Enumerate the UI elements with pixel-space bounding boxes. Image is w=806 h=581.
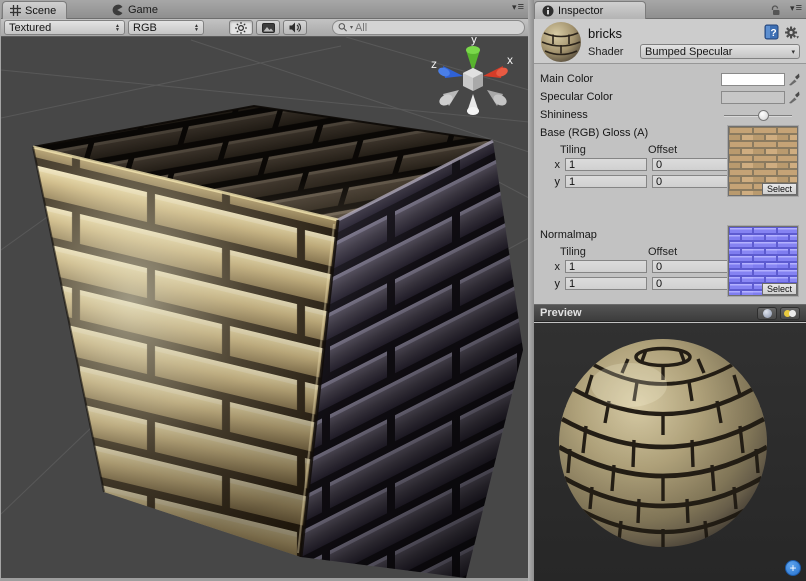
main-color-label: Main Color — [540, 73, 721, 85]
tab-inspector[interactable]: Inspector — [534, 1, 646, 19]
normalmap-thumbnail[interactable]: Select — [728, 226, 798, 296]
scene-toolbar: Textured ▲▼ RGB ▲▼ — [1, 19, 528, 37]
lock-open-icon[interactable] — [770, 5, 780, 16]
base-offset-y-input[interactable] — [652, 175, 728, 188]
gizmo-x-axis[interactable] — [483, 66, 509, 78]
tab-game-label: Game — [128, 4, 158, 16]
normalmap-select-button[interactable]: Select — [762, 283, 797, 295]
shader-value: Bumped Specular — [645, 46, 791, 58]
material-preview-area[interactable]: + — [534, 323, 806, 581]
inspector-panel: Inspector ▾≡ — [534, 0, 806, 581]
offset-header: Offset — [640, 144, 677, 156]
tiling-header: Tiling — [552, 246, 640, 258]
image-icon — [262, 23, 275, 33]
specular-color-row: Specular Color — [534, 88, 806, 106]
y-axis-label: y — [552, 176, 560, 188]
shader-dropdown[interactable]: Bumped Specular ▾ — [640, 44, 800, 59]
scene-panel-menu-icon[interactable]: ▾≡ — [512, 3, 524, 12]
brick-cube[interactable] — [33, 106, 523, 578]
normal-offset-x-input[interactable] — [652, 260, 728, 273]
base-texture-select-button[interactable]: Select — [762, 183, 797, 195]
inspector-menu-icon[interactable]: ▾≡ — [790, 4, 802, 13]
preview-sphere-render — [534, 323, 806, 581]
audio-toggle-button[interactable] — [283, 20, 307, 35]
slider-knob[interactable] — [758, 110, 769, 121]
dropdown-arrow-icon: ▾ — [791, 48, 795, 56]
eyedropper-icon[interactable] — [788, 91, 800, 104]
preview-lighting-button[interactable] — [780, 307, 800, 320]
add-button[interactable]: + — [785, 560, 801, 576]
shininess-slider[interactable] — [724, 109, 792, 122]
draw-mode-value: Textured — [9, 22, 111, 34]
search-input[interactable] — [355, 22, 516, 34]
offset-header: Offset — [640, 246, 677, 258]
draw-mode-dropdown[interactable]: Textured ▲▼ — [4, 20, 125, 35]
normal-tiling-y-input[interactable] — [565, 277, 647, 290]
gizmo-y-label: y — [471, 37, 477, 46]
scene-panel: Scene Game ▾≡ Textured ▲▼ RGB ▲▼ — [0, 0, 528, 581]
speaker-icon — [289, 22, 302, 33]
shininess-label: Shininess — [540, 109, 724, 121]
info-icon — [542, 5, 554, 17]
preview-title: Preview — [540, 307, 754, 319]
tab-scene-label: Scene — [25, 5, 56, 17]
skybox-toggle-button[interactable] — [256, 20, 280, 35]
shininess-row: Shininess — [534, 106, 806, 124]
tab-inspector-label: Inspector — [558, 5, 603, 17]
normal-offset-y-input[interactable] — [652, 277, 728, 290]
unity-editor-window: Scene Game ▾≡ Textured ▲▼ RGB ▲▼ — [0, 0, 806, 581]
scene-tabstrip: Scene Game ▾≡ — [1, 0, 528, 19]
material-properties: Main Color Specular Color Shininess — [534, 64, 806, 314]
base-texture-thumbnail[interactable]: Select — [728, 126, 798, 196]
inspector-tabstrip: Inspector ▾≡ — [534, 0, 806, 19]
normal-tiling-x-input[interactable] — [565, 260, 647, 273]
channel-mode-value: RGB — [133, 22, 190, 34]
sun-icon — [235, 22, 247, 34]
material-sphere-thumbnail[interactable] — [539, 20, 583, 64]
scene-viewport[interactable]: y z x — [1, 37, 528, 578]
tab-game[interactable]: Game — [105, 1, 168, 19]
plus-icon: + — [789, 561, 796, 575]
gizmo-negative-axes[interactable] — [437, 90, 508, 115]
gizmo-z-label: z — [431, 57, 437, 71]
scene-search-field[interactable]: ▾ — [332, 20, 525, 35]
light-white-icon — [789, 310, 796, 317]
material-name: bricks — [588, 26, 622, 41]
scene-orientation-gizmo[interactable]: y z x — [431, 37, 513, 115]
specular-color-label: Specular Color — [540, 91, 721, 103]
base-tiling-y-input[interactable] — [565, 175, 647, 188]
sphere-icon — [763, 309, 772, 318]
svg-text:?: ? — [770, 28, 776, 39]
game-icon — [112, 4, 124, 16]
help-icon[interactable]: ? — [764, 24, 779, 40]
tab-scene[interactable]: Scene — [2, 1, 67, 19]
y-axis-label: y — [552, 278, 560, 290]
x-axis-label: x — [552, 261, 560, 273]
x-axis-label: x — [552, 159, 560, 171]
normalmap-section: Normalmap Tiling Offset x y — [534, 226, 806, 314]
base-offset-x-input[interactable] — [652, 158, 728, 171]
base-texture-section: Base (RGB) Gloss (A) Tiling Offset x y — [534, 124, 806, 212]
dropdown-arrows-icon: ▲▼ — [194, 24, 199, 32]
preview-mesh-button[interactable] — [757, 307, 777, 320]
dropdown-arrows-icon: ▲▼ — [115, 24, 120, 32]
gizmo-x-label: x — [507, 53, 513, 67]
main-color-swatch[interactable] — [721, 73, 785, 86]
main-color-row: Main Color — [534, 70, 806, 88]
scene-grid-icon — [10, 5, 21, 16]
base-tiling-x-input[interactable] — [565, 158, 647, 171]
material-header: bricks Shader Bumped Specular ▾ ? — [534, 19, 806, 64]
search-filter-arrow-icon: ▾ — [350, 24, 353, 31]
specular-color-swatch[interactable] — [721, 91, 785, 104]
preview-header-bar[interactable]: Preview — [534, 304, 806, 322]
search-icon — [338, 22, 348, 33]
eyedropper-icon[interactable] — [788, 73, 800, 86]
scene-3d-render: y z x — [1, 37, 529, 581]
shader-label: Shader — [588, 46, 623, 58]
channel-mode-dropdown[interactable]: RGB ▲▼ — [128, 20, 204, 35]
gizmo-z-axis[interactable] — [437, 66, 463, 78]
tiling-header: Tiling — [552, 144, 640, 156]
gear-icon[interactable] — [784, 25, 800, 40]
lighting-toggle-button[interactable] — [229, 20, 253, 35]
